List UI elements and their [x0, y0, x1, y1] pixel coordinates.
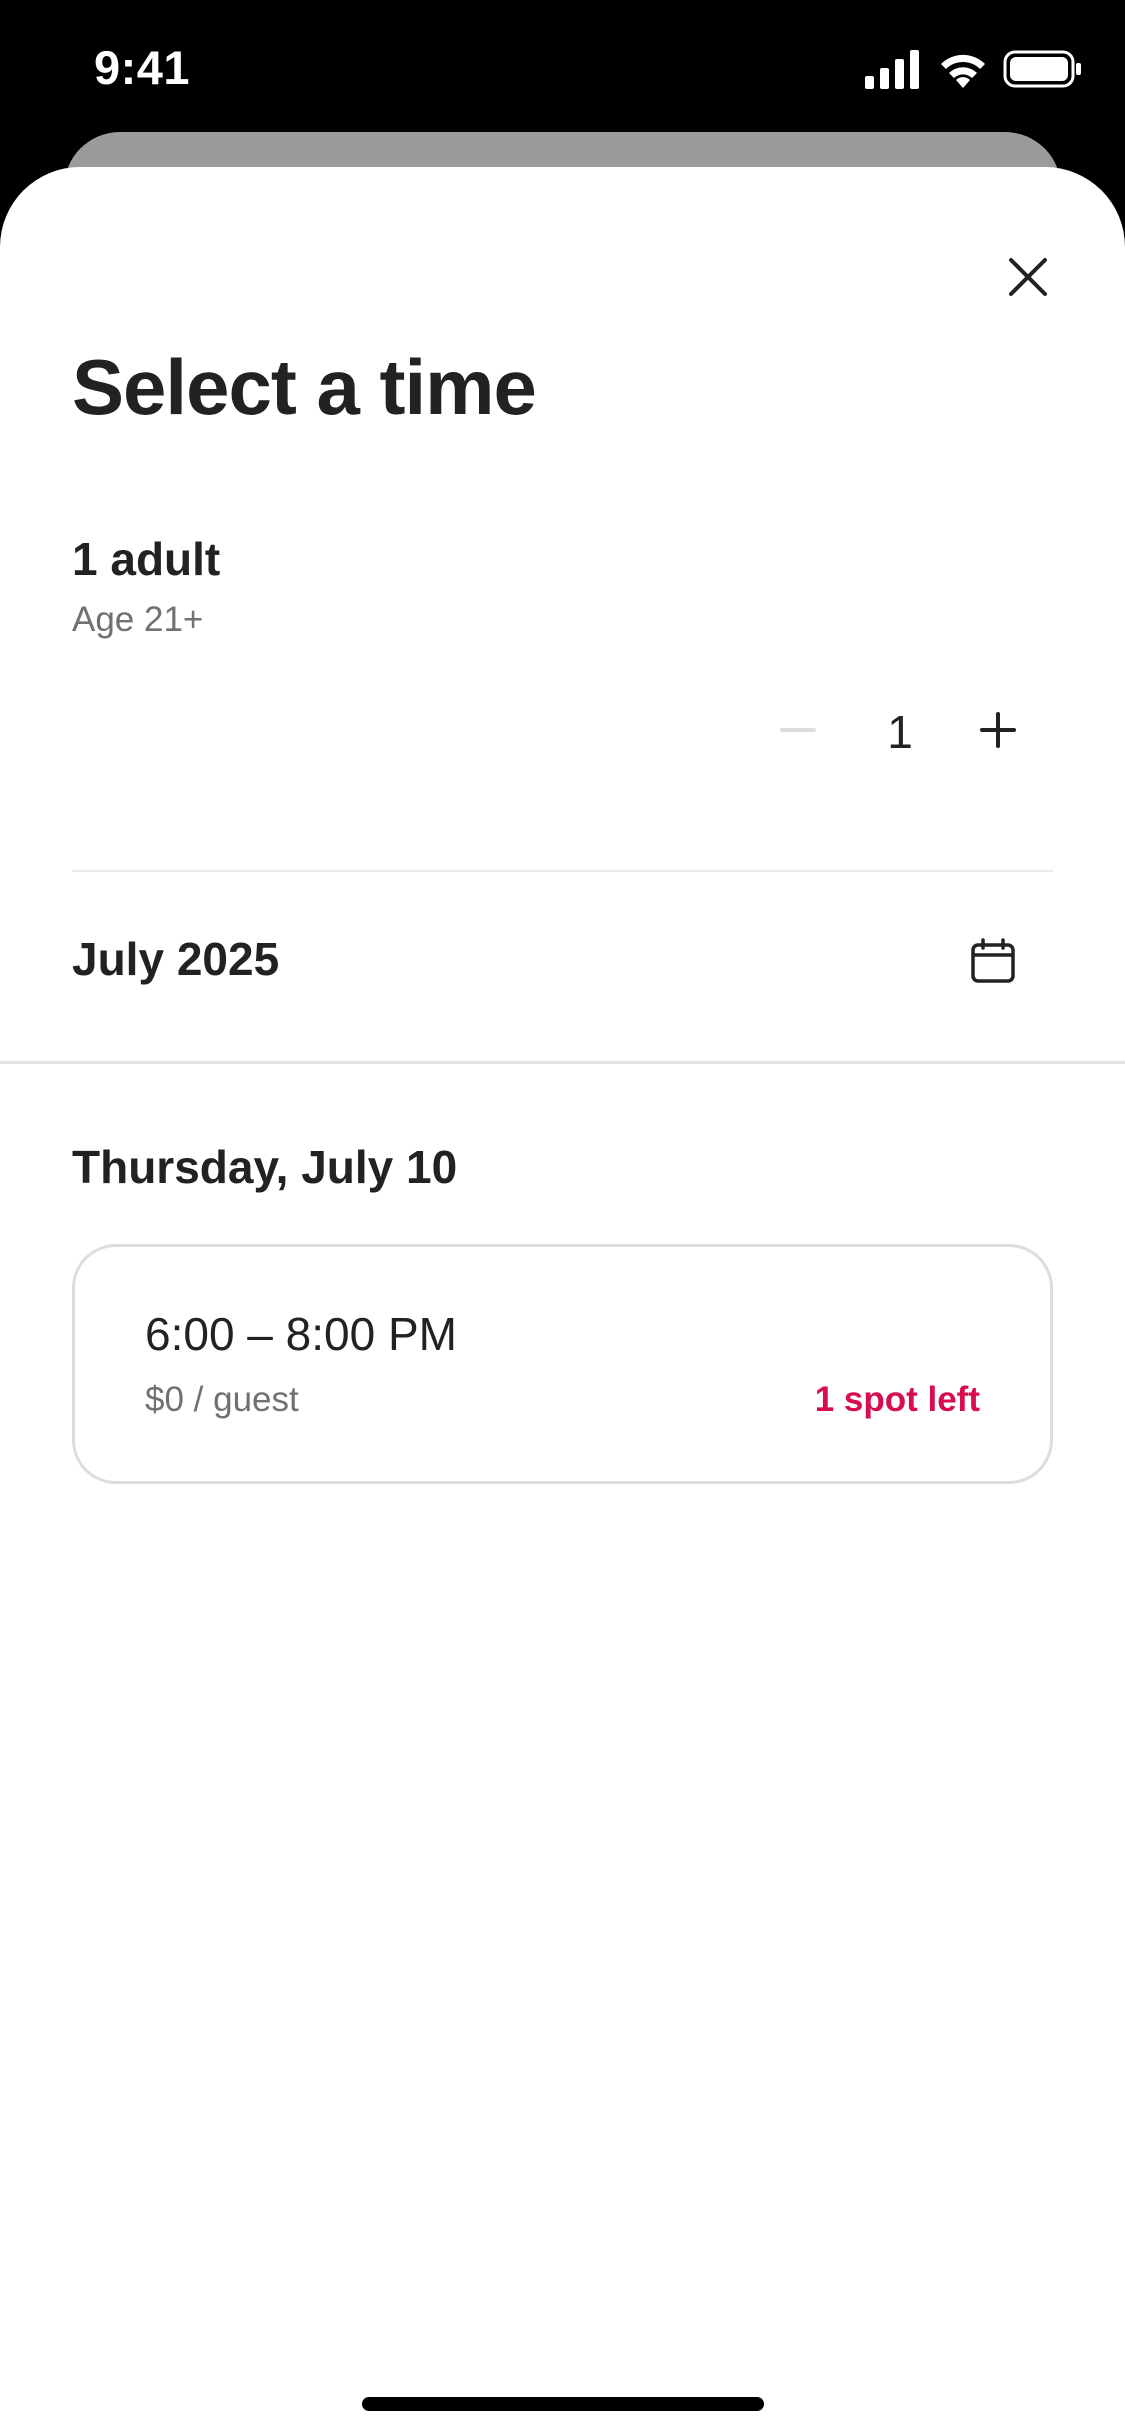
status-time: 9:41 [94, 41, 191, 94]
time-slot-card[interactable]: 6:00 – 8:00 PM $0 / guest 1 spot left [72, 1244, 1053, 1484]
close-icon [1009, 258, 1047, 296]
divider [72, 870, 1053, 872]
signal-icon [865, 50, 919, 89]
guest-age-label: Age 21+ [72, 600, 204, 639]
slot-price: $0 / guest [145, 1380, 299, 1419]
day-header: Thursday, July 10 [72, 1141, 458, 1193]
calendar-button[interactable] [960, 928, 1026, 994]
section-divider [0, 1061, 1125, 1064]
status-bar: 9:41 [0, 0, 1125, 135]
battery-icon [1003, 50, 1081, 88]
decrement-button[interactable] [770, 702, 826, 758]
increment-button[interactable] [970, 702, 1026, 758]
home-indicator [362, 2397, 764, 2411]
plus-icon [980, 712, 1016, 748]
slot-time: 6:00 – 8:00 PM [145, 1308, 457, 1360]
wifi-icon [941, 54, 985, 88]
guest-type-label: 1 adult [72, 533, 221, 585]
month-label: July 2025 [72, 933, 280, 985]
screen: 9:41 Select a time 1 adult Age 21+ 1 Jul… [0, 0, 1125, 2436]
minus-icon [780, 728, 816, 732]
close-button[interactable] [990, 239, 1066, 315]
status-icons [865, 48, 1085, 90]
slot-availability: 1 spot left [814, 1380, 980, 1419]
time-selection-sheet: Select a time 1 adult Age 21+ 1 July 202… [0, 167, 1125, 2436]
guest-count: 1 [887, 706, 913, 758]
page-title: Select a time [72, 343, 537, 431]
calendar-icon [971, 938, 1015, 983]
